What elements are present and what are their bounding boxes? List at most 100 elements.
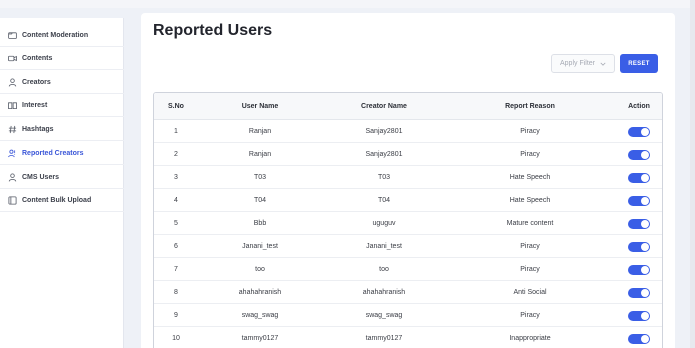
sidebar-item-label: Interest: [22, 101, 48, 109]
top-bar: [0, 0, 695, 8]
cell-action: [614, 235, 662, 258]
cell-action: [614, 189, 662, 212]
cell-sno: 1: [174, 128, 178, 135]
sidebar-item-content-bulk-upload[interactable]: Content Bulk Upload: [0, 189, 124, 212]
book-icon: [8, 101, 17, 110]
status-toggle[interactable]: [628, 333, 650, 344]
cell-report-reason: Piracy: [520, 243, 540, 250]
cell-user-name: ahahahranish: [238, 289, 282, 296]
cell-user-name: tammy0127: [241, 335, 279, 342]
cell-report-reason: Mature content: [506, 220, 554, 227]
cell-report-reason: Piracy: [520, 128, 540, 135]
apply-filter-label: Apply Filter: [559, 60, 595, 67]
hashtag-icon: [8, 125, 17, 134]
toggle-knob: [641, 219, 649, 228]
toggle-knob: [641, 242, 649, 251]
cell-user-name: swag_swag: [241, 312, 279, 319]
cell-creator-name: Sanjay2801: [365, 128, 403, 135]
cell-sno: 6: [174, 243, 178, 250]
cell-action: [614, 212, 662, 235]
users-report-icon: [8, 149, 17, 158]
chevron-down-icon: [600, 61, 606, 67]
cell-user-name: too: [255, 266, 265, 273]
cell-creator-name: uguguv: [372, 220, 396, 227]
status-toggle[interactable]: [628, 218, 650, 229]
table-row: 7 too too Piracy: [154, 258, 662, 281]
header-user-name: User Name: [241, 103, 279, 110]
cell-sno: 9: [174, 312, 178, 319]
sidebar-item-contents[interactable]: Contents: [0, 47, 124, 70]
main-panel: Reported Users Apply Filter RESET S.No U…: [141, 13, 675, 348]
toggle-knob: [641, 196, 649, 205]
cell-creator-name: tammy0127: [365, 335, 403, 342]
header-sno: S.No: [168, 103, 184, 110]
sidebar-item-interest[interactable]: Interest: [0, 94, 124, 117]
header-action: Action: [628, 103, 650, 110]
sidebar-item-hashtags[interactable]: Hashtags: [0, 118, 124, 141]
sidebar-item-label: Creators: [22, 78, 51, 86]
cell-creator-name: Janani_test: [366, 243, 402, 250]
cell-sno: 4: [174, 197, 178, 204]
page-scrollbar[interactable]: [690, 0, 695, 348]
sidebar-item-label: Content Bulk Upload: [22, 196, 92, 204]
page-title: Reported Users: [153, 22, 273, 39]
status-toggle[interactable]: [628, 310, 650, 321]
cell-creator-name: swag_swag: [365, 312, 403, 319]
sidebar-item-label: Reported Creators: [22, 149, 84, 157]
cell-sno: 7: [174, 266, 178, 273]
table-row: 4 T04 T04 Hate Speech: [154, 189, 662, 212]
cell-report-reason: Inappropriate: [509, 335, 551, 342]
cell-sno: 3: [174, 174, 178, 181]
cell-report-reason: Hate Speech: [509, 197, 551, 204]
table-row: 10 tammy0127 tammy0127 Inappropriate: [154, 327, 662, 348]
cell-action: [614, 166, 662, 189]
cell-report-reason: Piracy: [520, 312, 540, 319]
toggle-knob: [641, 334, 649, 343]
cell-creator-name: too: [379, 266, 389, 273]
status-toggle[interactable]: [628, 172, 650, 183]
table-row: 1 Ranjan Sanjay2801 Piracy: [154, 120, 662, 143]
sidebar-item-label: Contents: [22, 54, 53, 62]
sidebar-item-creators[interactable]: Creators: [0, 71, 124, 94]
reset-button[interactable]: RESET: [620, 54, 658, 73]
status-toggle[interactable]: [628, 264, 650, 275]
toggle-knob: [641, 150, 649, 159]
sidebar-item-content-moderation[interactable]: Content Moderation: [0, 24, 124, 47]
toggle-knob: [641, 311, 649, 320]
status-toggle[interactable]: [628, 126, 650, 137]
status-toggle[interactable]: [628, 149, 650, 160]
cell-action: [614, 304, 662, 327]
cell-user-name: Bbb: [253, 220, 267, 227]
cell-report-reason: Hate Speech: [509, 174, 551, 181]
cell-user-name: T03: [253, 174, 267, 181]
table-row: 9 swag_swag swag_swag Piracy: [154, 304, 662, 327]
cell-action: [614, 143, 662, 166]
cell-action: [614, 258, 662, 281]
cell-action: [614, 120, 662, 143]
cell-creator-name: ahahahranish: [362, 289, 406, 296]
sidebar-item-reported-creators[interactable]: Reported Creators: [0, 142, 124, 165]
toggle-knob: [641, 127, 649, 136]
table-row: 5 Bbb uguguv Mature content: [154, 212, 662, 235]
table-row: 3 T03 T03 Hate Speech: [154, 166, 662, 189]
cell-sno: 8: [174, 289, 178, 296]
sidebar: Content Moderation Contents Creators Int…: [0, 18, 124, 348]
table-header: S.No User Name Creator Name Report Reaso…: [154, 93, 662, 120]
header-creator-name: Creator Name: [361, 103, 407, 110]
status-toggle[interactable]: [628, 287, 650, 298]
toggle-knob: [641, 265, 649, 274]
folder-icon: [8, 31, 17, 40]
apply-filter-dropdown[interactable]: Apply Filter: [551, 54, 615, 73]
cell-user-name: Ranjan: [248, 151, 272, 158]
cell-sno: 10: [172, 335, 180, 342]
cell-user-name: T04: [253, 197, 267, 204]
sidebar-item-cms-users[interactable]: CMS Users: [0, 166, 124, 189]
cell-report-reason: Piracy: [520, 266, 540, 273]
cell-report-reason: Anti Social: [513, 289, 547, 296]
status-toggle[interactable]: [628, 241, 650, 252]
sidebar-item-label: CMS Users: [22, 173, 59, 181]
status-toggle[interactable]: [628, 195, 650, 206]
reported-users-table: S.No User Name Creator Name Report Reaso…: [153, 92, 663, 348]
cell-creator-name: T03: [377, 174, 391, 181]
cell-user-name: Ranjan: [248, 128, 272, 135]
